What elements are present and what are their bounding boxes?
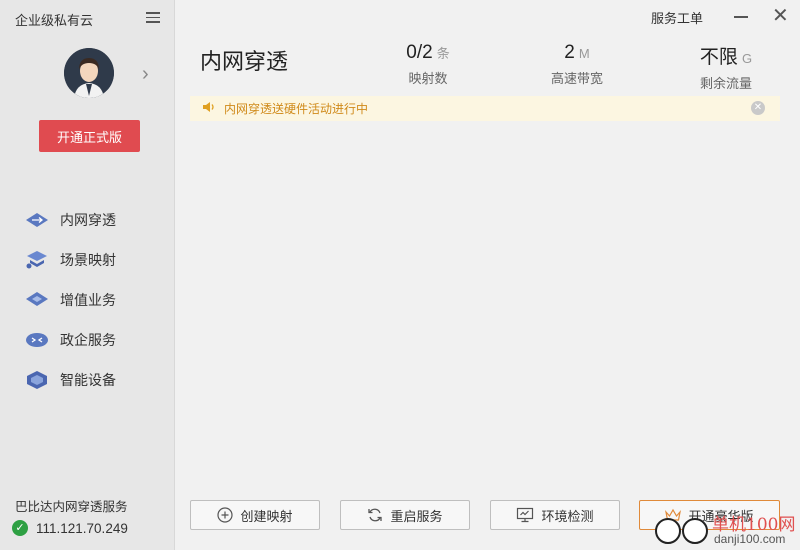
plus-circle-icon [217,507,234,523]
refresh-icon [367,507,383,523]
sidebar-nav: 内网穿透 场景映射 增值业务 政企服务 智能设备 [0,200,175,400]
watermark-circle-dot-icon [682,518,708,544]
stat-value: 2 [564,42,575,63]
minimize-icon[interactable] [734,16,748,18]
environment-check-button[interactable]: 环境检测 [490,500,620,530]
stat-unit: M [578,46,590,61]
button-label: 重启服务 [390,508,443,524]
sidebar-item-label: 智能设备 [60,372,116,388]
speaker-icon [202,100,216,118]
stat-label: 映射数 [408,71,448,86]
upgrade-button[interactable]: 开通正式版 [39,120,140,152]
sidebar-item-network-tunnel[interactable]: 内网穿透 [0,200,175,240]
server-ip: 111.121.70.249 [36,520,128,536]
smart-device-icon [25,370,49,390]
stat-label: 高速带宽 [550,71,603,86]
title-bar: 服务工单 ✕ [176,0,800,32]
button-label: 创建映射 [240,508,293,524]
sidebar-item-enterprise-service[interactable]: 政企服务 [0,320,175,360]
network-tunnel-icon [25,210,49,230]
sidebar-item-label: 政企服务 [60,332,116,348]
watermark-logo: 单机100网 danji100.com [652,508,800,550]
restart-service-button[interactable]: 重启服务 [340,500,470,530]
notice-text: 内网穿透送硬件活动进行中 [224,102,369,116]
stat-unit: G [741,51,753,66]
close-icon[interactable]: ✕ [772,6,789,26]
chevron-right-icon[interactable]: › [142,64,149,84]
service-ticket-link[interactable]: 服务工单 [651,8,703,27]
notice-banner[interactable]: 内网穿透送硬件活动进行中 ✕ [190,96,780,121]
stat-mappings: 0/2 条 映射数 [398,42,458,87]
sidebar-item-label: 内网穿透 [60,212,116,228]
monitor-icon [516,507,534,523]
stat-value: 不限 [699,47,738,68]
stat-traffic: 不限 G 剩余流量 [690,42,762,92]
check-circle-icon: ✓ [12,520,28,536]
stat-value: 0/2 [406,42,433,63]
watermark-url: danji100.com [714,532,786,546]
create-mapping-button[interactable]: 创建映射 [190,500,320,530]
stat-bandwidth: 2M 高速带宽 [542,42,612,87]
sidebar-item-value-added[interactable]: 增值业务 [0,280,175,320]
page-title: 内网穿透 [200,49,289,74]
avatar[interactable] [64,48,114,98]
server-name: 巴比达内网穿透服务 [15,500,128,514]
sidebar: 企业级私有云 › 开通正式版 内网穿透 场景映射 增值业务 政企服务 智能设备 … [0,0,175,550]
sidebar-item-label: 增值业务 [60,292,116,308]
stat-label: 剩余流量 [699,76,752,91]
enterprise-service-icon [25,330,49,350]
value-added-icon [25,290,49,310]
notice-close-icon[interactable]: ✕ [751,101,765,115]
sidebar-item-scene-mapping[interactable]: 场景映射 [0,240,175,280]
sidebar-item-label: 场景映射 [60,252,116,268]
stat-unit: 条 [436,46,450,61]
sidebar-item-smart-device[interactable]: 智能设备 [0,360,175,400]
scene-mapping-icon [25,250,49,270]
server-status: ✓ 111.121.70.249 [12,520,128,536]
app-title: 企业级私有云 [15,13,94,28]
button-label: 环境检测 [541,508,594,524]
watermark-circle-plus-icon [655,518,681,544]
hamburger-menu-icon[interactable] [146,12,160,24]
